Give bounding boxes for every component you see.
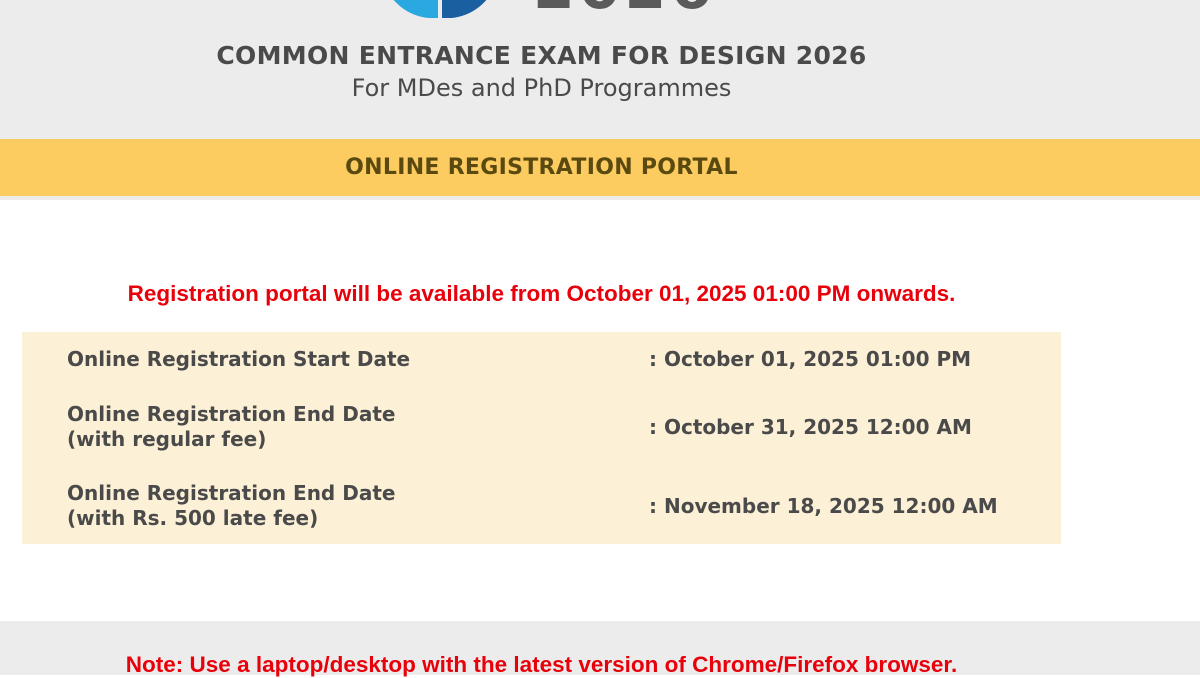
end-date-late-label: Online Registration End Date (with Rs. 5…	[67, 481, 396, 530]
page-subtitle: For MDes and PhD Programmes	[351, 74, 732, 102]
page-header: 2026 COMMON ENTRANCE EXAM FOR DESIGN 202…	[0, 0, 1200, 139]
ceed-logo-icon	[393, 0, 487, 18]
end-date-regular-label: Online Registration End Date (with regul…	[67, 402, 396, 451]
start-date-value: : October 01, 2025 01:00 PM	[649, 347, 972, 371]
end-date-regular-value: : October 31, 2025 12:00 AM	[649, 415, 972, 439]
logo-year-text: 2026	[533, 0, 716, 18]
portal-title: ONLINE REGISTRATION PORTAL	[345, 155, 738, 180]
browser-note: Note: Use a laptop/desktop with the late…	[125, 652, 958, 677]
availability-notice: Registration portal will be available fr…	[127, 281, 956, 306]
page-title: COMMON ENTRANCE EXAM FOR DESIGN 2026	[216, 41, 867, 70]
start-date-label: Online Registration Start Date	[67, 347, 411, 371]
end-date-late-value: : November 18, 2025 12:00 AM	[649, 494, 998, 518]
